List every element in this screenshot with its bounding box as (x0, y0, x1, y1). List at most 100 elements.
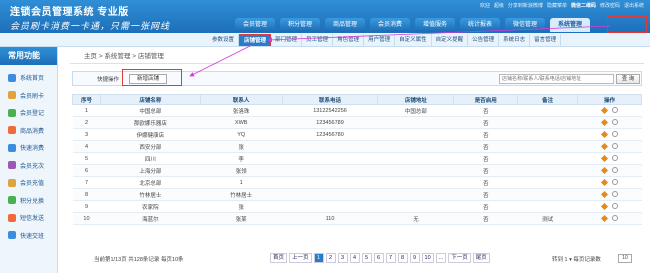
subnav-announcement-management[interactable]: 公告管理 (468, 34, 500, 46)
edit-icon[interactable] (600, 142, 608, 150)
table-row[interactable]: 6 上海分部 张领 否 (72, 164, 642, 177)
nav-goods-management[interactable]: 商品管理 (325, 18, 365, 32)
sidebar-item[interactable]: 系统首页 (0, 69, 57, 87)
delete-icon[interactable] (611, 178, 618, 185)
wechat-qr-link[interactable]: 微信二维码 (571, 2, 596, 9)
delete-icon[interactable] (611, 106, 618, 113)
sidebar-item[interactable]: 会员充值 (0, 174, 57, 192)
subnav-user-management[interactable]: 用户管理 (364, 34, 396, 46)
edit-icon[interactable] (600, 214, 608, 222)
main-content: 主页 > 系统管理 > 店铺管理 快捷操作 新增店铺 店铺名称/联系人/联系电话… (70, 50, 644, 272)
subnav-department-management[interactable]: 部门管理 (271, 34, 303, 46)
breadcrumb-system-management[interactable]: 系统管理 (104, 53, 130, 60)
edit-icon[interactable] (600, 130, 608, 138)
pager-button[interactable]: 4 (349, 253, 360, 263)
table-row[interactable]: 9 农家院张 否 (72, 200, 642, 213)
sidebar-item[interactable]: 会员刷卡 (0, 87, 57, 105)
pager-button[interactable]: 5 (361, 253, 372, 263)
sidebar-item[interactable]: 快速消费 (0, 139, 57, 157)
edit-icon[interactable] (600, 118, 608, 126)
change-password-link[interactable]: 修改密码 (600, 2, 620, 9)
col-contact: 联系人 (199, 94, 283, 105)
subnav-employee-management[interactable]: 员工管理 (302, 34, 334, 46)
delete-icon[interactable] (611, 190, 618, 197)
pager-button[interactable]: 6 (373, 253, 384, 263)
sidebar-item[interactable]: 快速交班 (0, 227, 57, 245)
nav-statistics-reports[interactable]: 统计报表 (460, 18, 500, 32)
sidebar-item-label: 会员刷卡 (20, 93, 45, 100)
pager-button[interactable]: 上一页 (289, 253, 312, 263)
delete-icon[interactable] (611, 214, 618, 221)
subnav-system-log[interactable]: 系统日志 (499, 34, 531, 46)
subnav-parameter-settings[interactable]: 参数设置 (208, 34, 240, 46)
logout-link[interactable]: 退出系统 (624, 2, 644, 9)
pager-button[interactable]: 1 (313, 253, 324, 263)
edit-icon[interactable] (600, 166, 608, 174)
pager-button[interactable]: ... (435, 253, 447, 263)
edit-icon[interactable] (600, 106, 608, 114)
delete-icon[interactable] (611, 154, 618, 161)
subnav-role-management[interactable]: 角色管理 (333, 34, 365, 46)
pager-button[interactable]: 尾页 (472, 253, 490, 263)
subnav-custom-reminders[interactable]: 自定义提醒 (432, 34, 469, 46)
nav-wechat-management[interactable]: 微信管理 (505, 18, 545, 32)
pager-button[interactable]: 7 (385, 253, 396, 263)
cell-remark (517, 200, 578, 213)
pager-button[interactable]: 3 (337, 253, 348, 263)
delete-icon[interactable] (611, 130, 618, 137)
edit-icon[interactable] (600, 190, 608, 198)
edit-icon[interactable] (600, 178, 608, 186)
page-size-select[interactable]: 10 (618, 254, 632, 263)
query-button[interactable]: 查 询 (616, 74, 640, 84)
subnav-message-management[interactable]: 留言管理 (530, 34, 562, 46)
delete-icon[interactable] (611, 118, 618, 125)
cell-address (377, 164, 454, 177)
cell-index: 6 (72, 164, 101, 177)
table-row[interactable]: 3 伊娜健康店 YQ 123456780 否 (72, 128, 642, 141)
app-title: 连锁会员管理系统 专业版 (10, 7, 129, 18)
subnav-custom-attributes[interactable]: 自定义属性 (395, 34, 432, 46)
cell-phone (282, 200, 378, 213)
pager-button[interactable]: 9 (409, 253, 420, 263)
pager-button[interactable]: 2 (325, 253, 336, 263)
nav-points-management[interactable]: 积分管理 (280, 18, 320, 32)
nav-member-management[interactable]: 会员管理 (235, 18, 275, 32)
cell-contact: YQ (200, 128, 283, 141)
delete-icon[interactable] (611, 166, 618, 173)
pager-button[interactable]: 8 (397, 253, 408, 263)
table-row[interactable]: 7 北京总部 1 否 (72, 176, 642, 189)
nav-value-added-services[interactable]: 增值服务 (415, 18, 455, 32)
pager-button[interactable]: 首页 (270, 253, 288, 263)
subnav-store-management[interactable]: 店铺管理 (239, 34, 272, 46)
pager-goto[interactable]: 转到 1 ▾ 每页记录数 (552, 255, 601, 263)
table-row[interactable]: 2 那欧娜乐器店 XWB 123456789 否 (72, 116, 642, 129)
cell-store-name: 竹林居士 (100, 188, 201, 201)
delete-icon[interactable] (611, 202, 618, 209)
table-row[interactable]: 5 四川李 否 (72, 152, 642, 165)
cell-phone (282, 140, 378, 153)
cell-address (377, 128, 454, 141)
sub-nav: 参数设置 店铺管理 部门管理 员工管理 角色管理 用户管理 自定义属性 自定义提… (0, 33, 650, 47)
sidebar-item[interactable]: 短信发送 (0, 209, 57, 227)
edit-icon[interactable] (600, 202, 608, 210)
hide-menu-link[interactable]: 隐藏菜单 (547, 2, 567, 9)
pager-button[interactable]: 10 (421, 253, 434, 263)
nav-system-management[interactable]: 系统管理 (550, 18, 590, 32)
nav-member-consumption[interactable]: 会员消费 (370, 18, 410, 32)
edit-icon[interactable] (600, 154, 608, 162)
search-input[interactable]: 店铺名称/联系人/联系电话/店铺地址 (499, 74, 614, 84)
sidebar-item[interactable]: 积分兑换 (0, 192, 57, 210)
breadcrumb-home[interactable]: 主页 (84, 53, 97, 60)
sidebar-item[interactable]: 会员充次 (0, 157, 57, 175)
sidebar-item[interactable]: 商品消费 (0, 122, 57, 140)
table-row[interactable]: 4 西安分部张 否 (72, 140, 642, 153)
pager-button[interactable]: 下一页 (448, 253, 471, 263)
table-row[interactable]: 1 中国总部 张洛珠 13122542256 中国总部否 (72, 104, 642, 117)
share-weibo-link[interactable]: 分享到新浪微博 (508, 2, 543, 9)
table-row[interactable]: 8 竹林居士 竹林居士否 (72, 188, 642, 201)
sidebar-item[interactable]: 会员登记 (0, 104, 57, 122)
cell-remark (517, 164, 578, 177)
cell-remark (517, 152, 578, 165)
table-row[interactable]: 10 海蓝尔 张某 110 无否测试 (72, 212, 642, 225)
delete-icon[interactable] (611, 142, 618, 149)
